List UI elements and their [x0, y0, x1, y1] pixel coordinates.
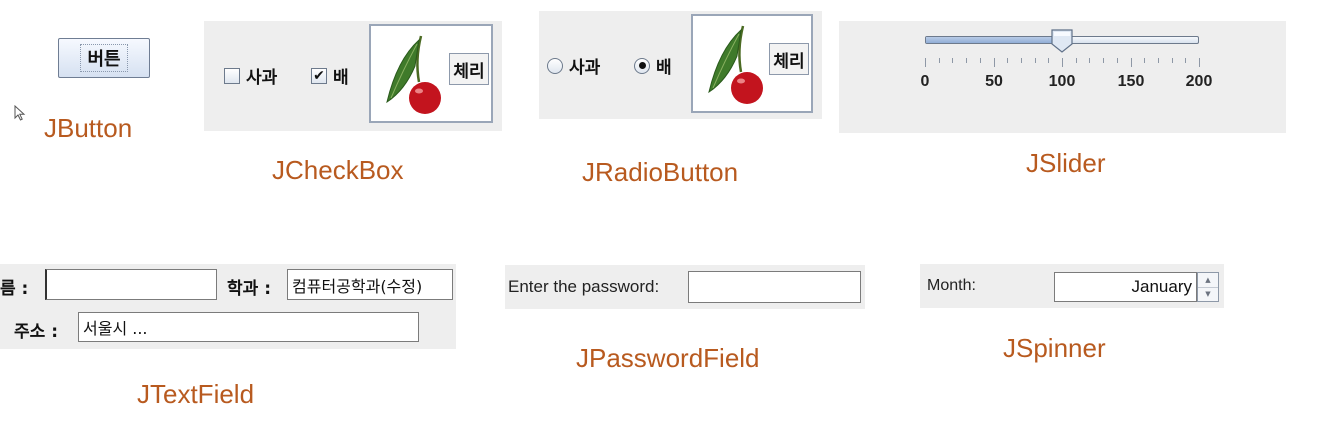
- slider-major-tick: [1199, 58, 1200, 67]
- jradiobutton-caption: JRadioButton: [582, 157, 739, 187]
- cherry-image-radio[interactable]: 체리: [691, 14, 813, 113]
- slider-tick-label: 200: [1185, 73, 1213, 90]
- month-spinner-buttons: ▲ ▼: [1197, 272, 1219, 302]
- slider-minor-tick: [939, 58, 940, 63]
- radio-apple-label: 사과: [569, 58, 601, 78]
- checkbox-apple-label: 사과: [246, 68, 278, 88]
- slider-track-fill: [926, 37, 1062, 43]
- slider-major-tick: [1131, 58, 1132, 67]
- slider-minor-tick: [1021, 58, 1022, 63]
- slider-minor-tick: [980, 58, 981, 63]
- cherry-button-label: 체리: [449, 53, 489, 85]
- slider-minor-tick: [1158, 58, 1159, 63]
- jpasswordfield-caption: JPasswordField: [576, 343, 760, 373]
- checkmark-icon: ✔: [313, 67, 325, 84]
- slider-minor-tick: [952, 58, 953, 63]
- spinner-up-arrow-icon[interactable]: ▲: [1198, 273, 1218, 288]
- spinner-down-arrow-icon[interactable]: ▼: [1198, 287, 1218, 301]
- radio-apple[interactable]: 사과: [547, 53, 600, 78]
- address-input[interactable]: 서울시 ...: [78, 312, 419, 342]
- slider-minor-tick: [966, 58, 967, 63]
- slider-minor-tick: [1089, 58, 1090, 63]
- checkbox-pear-label: 배: [333, 68, 349, 88]
- slider-tick-label: 50: [985, 73, 1003, 90]
- checkbox-pear[interactable]: ✔ 배: [311, 63, 349, 88]
- cherry-icon: [375, 30, 447, 122]
- address-label: 주소 :: [14, 322, 58, 342]
- jtextfield-caption: JTextField: [137, 379, 255, 409]
- cursor-icon: [14, 104, 26, 125]
- name-label: 름 :: [0, 279, 29, 299]
- cherry-button-label: 체리: [769, 43, 809, 75]
- slider-minor-tick: [1144, 58, 1145, 63]
- jbutton-demo-button[interactable]: 버튼: [58, 38, 150, 78]
- slider-minor-tick: [1035, 58, 1036, 63]
- slider-minor-tick: [1007, 58, 1008, 63]
- checkbox-apple[interactable]: 사과: [224, 63, 277, 88]
- slider-minor-tick: [1185, 58, 1186, 63]
- radio-pear[interactable]: 배: [634, 53, 672, 78]
- slider-minor-tick: [1103, 58, 1104, 63]
- cherry-icon: [697, 20, 769, 112]
- radio-apple-circle[interactable]: [547, 57, 563, 74]
- slider-minor-tick: [1048, 58, 1049, 63]
- slider-major-tick: [1062, 58, 1063, 67]
- slider-major-tick: [925, 58, 926, 67]
- month-label: Month:: [927, 277, 976, 294]
- radio-selected-dot: [638, 62, 646, 69]
- slider-minor-tick: [1172, 58, 1173, 63]
- cherry-image-checkbox[interactable]: 체리: [369, 24, 493, 123]
- month-spinner-value[interactable]: January: [1054, 272, 1197, 302]
- slider-minor-tick: [1076, 58, 1077, 63]
- checkbox-apple-box[interactable]: [224, 67, 240, 84]
- checkbox-pear-box[interactable]: ✔: [311, 67, 327, 84]
- jbutton-caption: JButton: [44, 113, 133, 143]
- password-input[interactable]: [688, 271, 861, 303]
- slider-tick-label: 150: [1117, 73, 1145, 90]
- slider-minor-tick: [1117, 58, 1118, 63]
- button-label: 버튼: [80, 44, 128, 72]
- password-label: Enter the password:: [508, 277, 660, 296]
- name-input[interactable]: [45, 269, 217, 300]
- jspinner-caption: JSpinner: [1003, 333, 1106, 363]
- jcheckbox-caption: JCheckBox: [272, 155, 404, 185]
- jslider-caption: JSlider: [1026, 148, 1106, 178]
- dept-label: 학과 :: [227, 279, 271, 299]
- dept-input[interactable]: 컴퓨터공학과(수정): [287, 269, 453, 300]
- radio-pear-label: 배: [656, 58, 672, 78]
- slider-tick-label: 0: [920, 73, 930, 90]
- slider-tick-label: 100: [1048, 73, 1076, 90]
- slider-thumb[interactable]: [1051, 29, 1073, 57]
- radio-pear-circle[interactable]: [634, 57, 650, 74]
- slider-major-tick: [994, 58, 995, 67]
